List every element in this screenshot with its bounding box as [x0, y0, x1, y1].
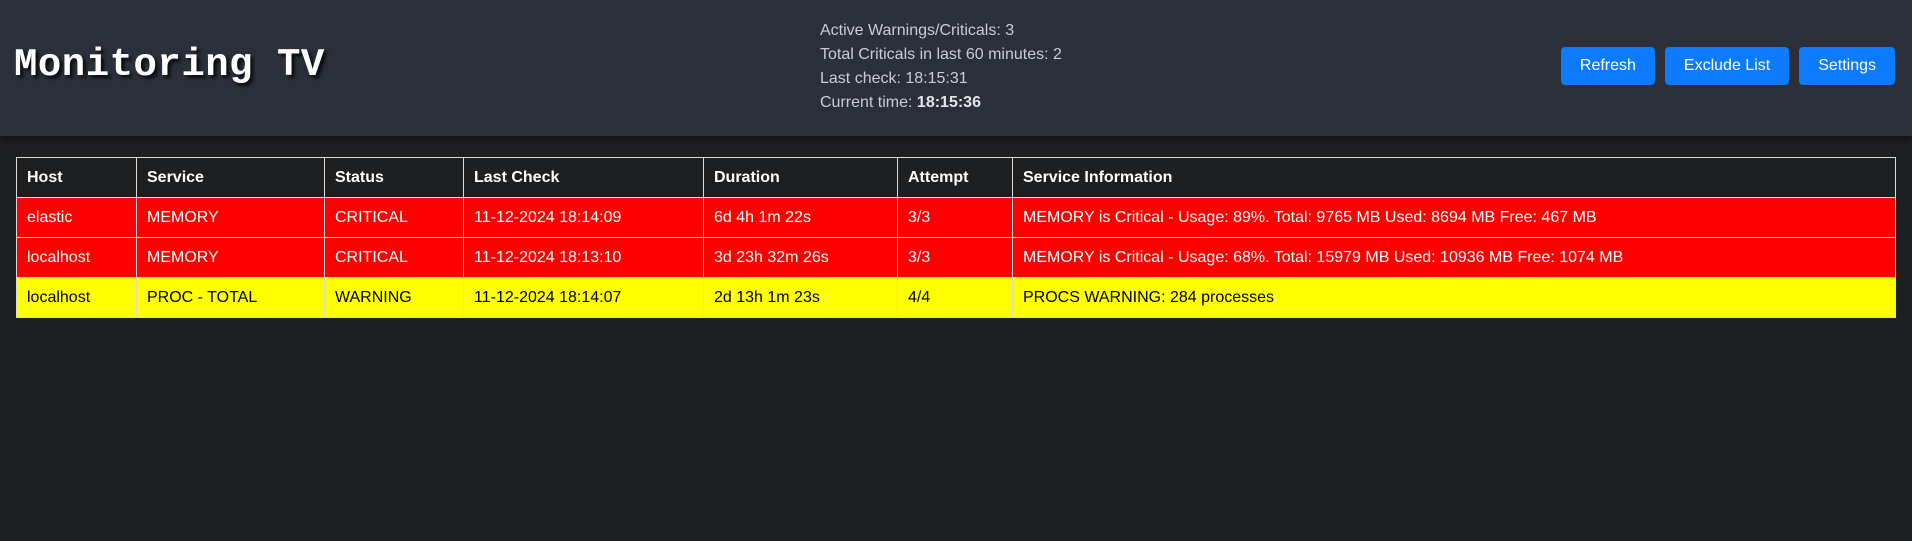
table-row: localhost PROC - TOTAL WARNING 11-12-202…	[16, 277, 1896, 318]
active-warnings-label: Active Warnings/Criticals:	[820, 22, 1006, 39]
cell-status: WARNING	[324, 277, 464, 318]
column-header-service: Service	[136, 157, 325, 198]
cell-host: localhost	[16, 237, 137, 278]
cell-attempt: 4/4	[897, 277, 1013, 318]
cell-status: CRITICAL	[324, 237, 464, 278]
last-check-label: Last check:	[820, 70, 906, 87]
column-header-service-information: Service Information	[1012, 157, 1896, 198]
app-title: Monitoring TV	[14, 43, 325, 87]
last-check-value: 18:15:31	[905, 70, 968, 87]
settings-button[interactable]: Settings	[1799, 47, 1895, 85]
cell-last-check: 11-12-2024 18:14:07	[463, 277, 704, 318]
current-time-label: Current time:	[820, 94, 917, 111]
table-row: localhost MEMORY CRITICAL 11-12-2024 18:…	[16, 237, 1896, 278]
alerts-table: Host Service Status Last Check Duration …	[16, 157, 1896, 318]
column-header-status: Status	[324, 157, 464, 198]
stats-panel: Active Warnings/Criticals: 3 Total Criti…	[820, 19, 1062, 115]
cell-service: MEMORY	[136, 237, 325, 278]
cell-host: elastic	[16, 197, 137, 238]
cell-last-check: 11-12-2024 18:14:09	[463, 197, 704, 238]
column-header-host: Host	[16, 157, 137, 198]
cell-last-check: 11-12-2024 18:13:10	[463, 237, 704, 278]
last-check-stat: Last check: 18:15:31	[820, 67, 1062, 91]
table-header-row: Host Service Status Last Check Duration …	[16, 157, 1896, 198]
cell-attempt: 3/3	[897, 197, 1013, 238]
current-time-stat: Current time: 18:15:36	[820, 91, 1062, 115]
exclude-list-button[interactable]: Exclude List	[1664, 47, 1790, 85]
cell-duration: 3d 23h 32m 26s	[703, 237, 898, 278]
cell-service-information: PROCS WARNING: 284 processes	[1012, 277, 1896, 318]
column-header-attempt: Attempt	[897, 157, 1013, 198]
total-criticals-label: Total Criticals in last 60 minutes:	[820, 46, 1053, 63]
column-header-duration: Duration	[703, 157, 898, 198]
cell-duration: 2d 13h 1m 23s	[703, 277, 898, 318]
table-row: elastic MEMORY CRITICAL 11-12-2024 18:14…	[16, 197, 1896, 238]
current-time-value: 18:15:36	[916, 94, 981, 111]
total-criticals-value: 2	[1052, 46, 1062, 63]
cell-duration: 6d 4h 1m 22s	[703, 197, 898, 238]
refresh-button[interactable]: Refresh	[1560, 47, 1655, 85]
cell-service: PROC - TOTAL	[136, 277, 325, 318]
header-buttons: Refresh Exclude List Settings	[1560, 47, 1895, 85]
active-warnings-value: 3	[1005, 22, 1015, 39]
cell-service: MEMORY	[136, 197, 325, 238]
total-criticals-stat: Total Criticals in last 60 minutes: 2	[820, 43, 1062, 67]
cell-service-information: MEMORY is Critical - Usage: 68%. Total: …	[1012, 237, 1896, 278]
cell-status: CRITICAL	[324, 197, 464, 238]
column-header-last-check: Last Check	[463, 157, 704, 198]
alerts-table-container: Host Service Status Last Check Duration …	[16, 157, 1896, 318]
cell-attempt: 3/3	[897, 237, 1013, 278]
cell-host: localhost	[16, 277, 137, 318]
active-warnings-stat: Active Warnings/Criticals: 3	[820, 19, 1062, 43]
header-bar: Monitoring TV Active Warnings/Criticals:…	[0, 0, 1912, 136]
cell-service-information: MEMORY is Critical - Usage: 89%. Total: …	[1012, 197, 1896, 238]
